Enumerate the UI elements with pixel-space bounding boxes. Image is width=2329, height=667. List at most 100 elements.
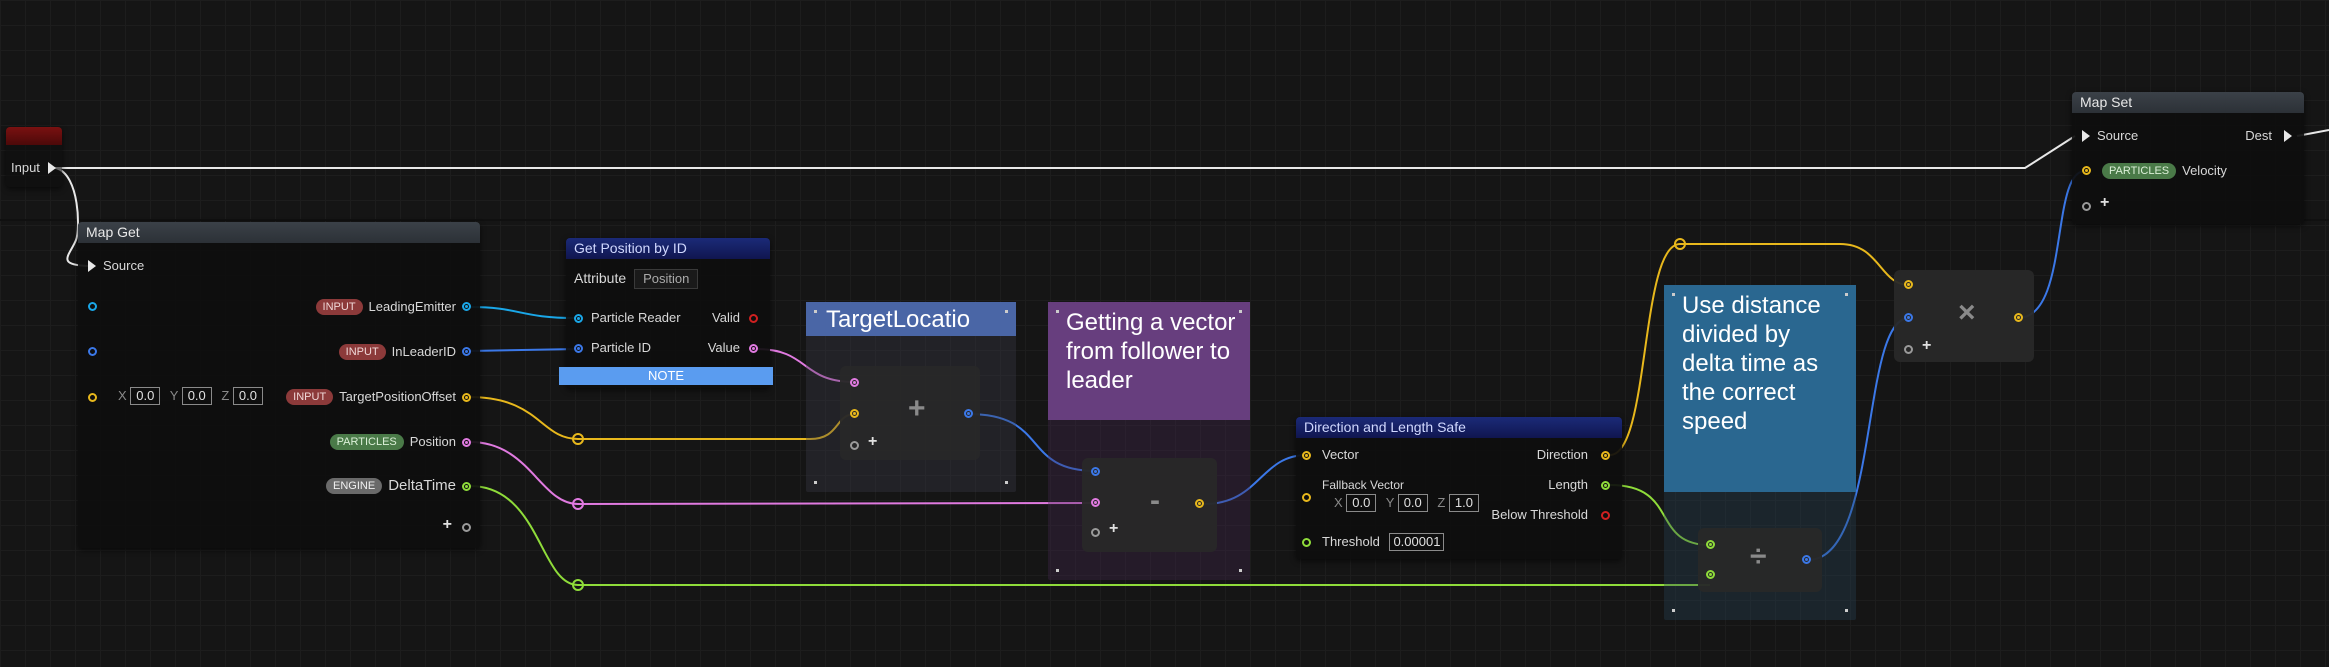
- z-value[interactable]: 1.0: [1448, 494, 1479, 512]
- y-value[interactable]: 0.0: [181, 387, 212, 405]
- corner-handle[interactable]: [814, 481, 817, 484]
- leading-emitter-out-pin[interactable]: [462, 302, 471, 311]
- x-label: X: [118, 388, 127, 403]
- add-output-pin[interactable]: [964, 409, 973, 418]
- multiply-node[interactable]: × +: [1894, 270, 2034, 362]
- input-exec-pin[interactable]: [48, 162, 56, 174]
- position-out-pin[interactable]: [462, 438, 471, 447]
- graph-divider: [0, 219, 2329, 221]
- x-value[interactable]: 0.0: [1346, 494, 1377, 512]
- add-pin-button[interactable]: +: [1922, 337, 1931, 355]
- divide-output-pin[interactable]: [1802, 555, 1811, 564]
- input-node-header: [6, 127, 62, 145]
- delta-time-out-pin[interactable]: [462, 482, 471, 491]
- target-offset-in-pin[interactable]: [88, 393, 97, 402]
- subtract-extra-pin[interactable]: [1091, 528, 1100, 537]
- length-out-pin[interactable]: [1601, 481, 1610, 490]
- corner-handle[interactable]: [1056, 569, 1059, 572]
- map-get-exec-pin[interactable]: [88, 260, 96, 272]
- threshold-label: Threshold: [1322, 534, 1380, 549]
- vector-in-pin[interactable]: [1302, 451, 1311, 460]
- output-name: TargetPositionOffset: [339, 389, 456, 404]
- input-label: Input: [11, 160, 40, 175]
- particle-reader-pin[interactable]: [574, 314, 583, 323]
- velocity-in-pin[interactable]: [2082, 166, 2091, 175]
- y-label: Y: [169, 388, 179, 403]
- z-value[interactable]: 0.0: [232, 387, 263, 405]
- attribute-field[interactable]: Position: [634, 269, 699, 289]
- corner-handle[interactable]: [1845, 609, 1848, 612]
- direction-length-node[interactable]: Direction and Length Safe Vector Directi…: [1296, 417, 1622, 559]
- value-pin[interactable]: [749, 344, 758, 353]
- below-threshold-pin[interactable]: [1601, 511, 1610, 520]
- corner-handle[interactable]: [1672, 293, 1675, 296]
- divide-node[interactable]: ÷: [1698, 528, 1822, 592]
- get-position-node[interactable]: Get Position by ID Attribute Position Par…: [566, 238, 770, 388]
- add-input-a-pin[interactable]: [850, 378, 859, 387]
- corner-handle[interactable]: [1239, 310, 1242, 313]
- z-label: Z: [221, 388, 230, 403]
- target-offset-out-pin[interactable]: [462, 393, 471, 402]
- subtract-node[interactable]: - +: [1082, 458, 1217, 552]
- velocity-label: Velocity: [2182, 163, 2227, 178]
- add-node[interactable]: + +: [840, 366, 980, 460]
- subtract-output-pin[interactable]: [1195, 499, 1204, 508]
- particle-id-pin[interactable]: [574, 344, 583, 353]
- corner-handle[interactable]: [1239, 569, 1242, 572]
- multiply-output-pin[interactable]: [2014, 313, 2023, 322]
- add-pin-button[interactable]: +: [443, 516, 452, 534]
- subtract-input-a-pin[interactable]: [1091, 467, 1100, 476]
- threshold-in-pin[interactable]: [1302, 538, 1311, 547]
- multiply-extra-pin[interactable]: [1904, 345, 1913, 354]
- add-input-b-pin[interactable]: [850, 409, 859, 418]
- leader-id-out-pin[interactable]: [462, 347, 471, 356]
- leading-emitter-in-pin[interactable]: [88, 302, 97, 311]
- corner-handle[interactable]: [814, 310, 817, 313]
- particle-id-label: Particle ID: [591, 340, 651, 355]
- add-pin-button[interactable]: +: [1109, 520, 1118, 538]
- divide-input-b-pin[interactable]: [1706, 570, 1715, 579]
- target-offset-vector[interactable]: X 0.0 Y 0.0 Z 0.0: [118, 387, 269, 405]
- direction-out-pin[interactable]: [1601, 451, 1610, 460]
- fallback-vector[interactable]: X 0.0 Y 0.0 Z 1.0: [1334, 494, 1485, 512]
- reroute-knot: [572, 433, 584, 445]
- map-get-header: Map Get: [78, 222, 480, 243]
- corner-handle[interactable]: [1672, 609, 1675, 612]
- add-pin-button[interactable]: +: [868, 433, 877, 451]
- divide-input-a-pin[interactable]: [1706, 540, 1715, 549]
- output-target-offset: INPUT TargetPositionOffset: [286, 387, 456, 407]
- input-node[interactable]: Input: [6, 127, 62, 187]
- map-set-exec-out[interactable]: [2284, 130, 2292, 142]
- note-button[interactable]: NOTE: [559, 367, 773, 385]
- fallback-label: Fallback Vector: [1322, 478, 1405, 492]
- multiply-input-b-pin[interactable]: [1904, 313, 1913, 322]
- map-set-add-socket[interactable]: [2082, 202, 2091, 211]
- x-label: X: [1334, 495, 1343, 510]
- input-tag: INPUT: [338, 344, 386, 360]
- map-get-source-label: Source: [103, 258, 145, 273]
- map-get-node[interactable]: Map Get Source INPUT LeadingEmitter INPUT…: [78, 222, 480, 548]
- wire-target-offset: [468, 396, 856, 440]
- x-value[interactable]: 0.0: [130, 387, 161, 405]
- y-value[interactable]: 0.0: [1397, 494, 1428, 512]
- map-set-node[interactable]: Map Set Source Dest PARTICLES Velocity +: [2072, 92, 2304, 224]
- add-extra-pin[interactable]: [850, 441, 859, 450]
- threshold-field[interactable]: 0.00001: [1389, 533, 1445, 551]
- add-pin-socket[interactable]: [462, 523, 471, 532]
- leader-id-in-pin[interactable]: [88, 347, 97, 356]
- corner-handle[interactable]: [1056, 310, 1059, 313]
- subtract-input-b-pin[interactable]: [1091, 498, 1100, 507]
- multiply-input-a-pin[interactable]: [1904, 280, 1913, 289]
- comment-title: Use distance divided by delta time as th…: [1682, 292, 1821, 435]
- corner-handle[interactable]: [1845, 293, 1848, 296]
- add-pin-button[interactable]: +: [2100, 194, 2109, 212]
- fallback-in-pin[interactable]: [1302, 493, 1311, 502]
- divide-symbol: ÷: [1750, 540, 1767, 573]
- corner-handle[interactable]: [1005, 310, 1008, 313]
- corner-handle[interactable]: [1005, 481, 1008, 484]
- attribute-row: Attribute Position: [574, 268, 699, 289]
- map-set-exec-in[interactable]: [2082, 130, 2090, 142]
- get-position-header: Get Position by ID: [566, 238, 770, 259]
- output-name: InLeaderID: [391, 344, 456, 359]
- valid-pin[interactable]: [749, 314, 758, 323]
